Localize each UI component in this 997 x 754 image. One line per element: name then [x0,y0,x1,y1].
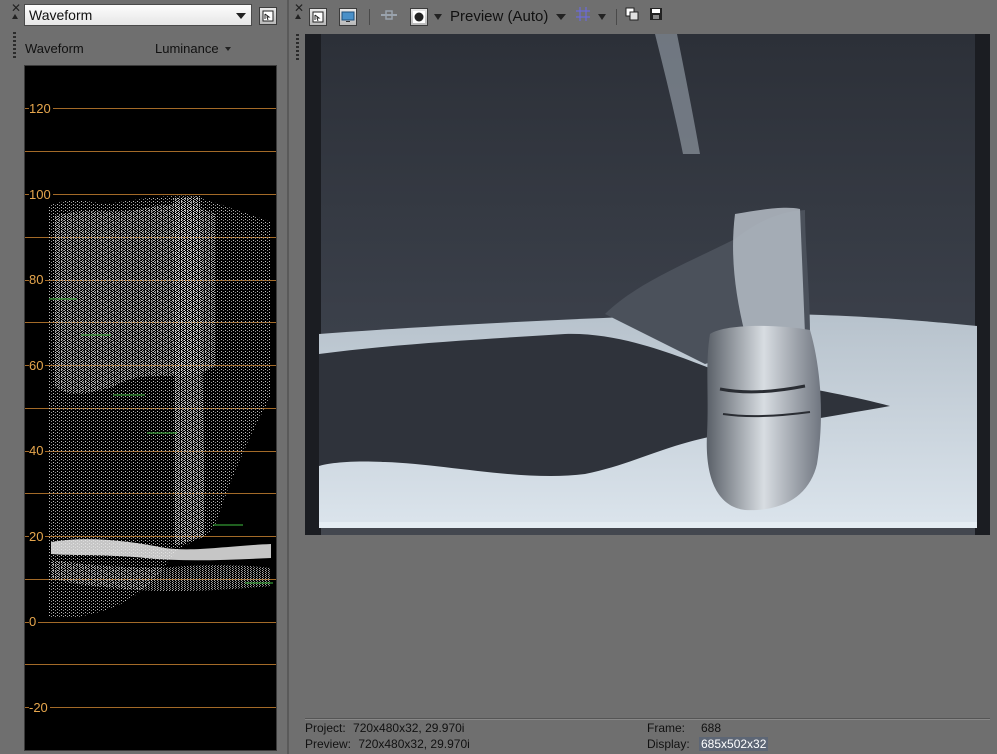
copy-snapshot-icon [625,7,639,21]
grid-icon [576,7,591,21]
collapse-arrow-icon[interactable] [12,14,18,19]
display-value: 685x502x32 [699,737,769,751]
collapse-arrow-icon[interactable] [295,14,301,19]
preview-label: Preview: [305,737,352,751]
video-preview-frame[interactable] [305,34,990,535]
frame-label: Frame: [647,721,686,735]
toolbar-separator [616,8,618,25]
video-frame-image [305,34,990,535]
preview-settings-button[interactable] [309,7,327,26]
scope-type-select[interactable]: Waveform [24,4,252,26]
waveform-trace [49,195,273,619]
overlay-button[interactable] [410,7,428,26]
status-separator [305,718,990,720]
external-monitor-button[interactable] [339,7,357,26]
scope-mode-label: Waveform [25,41,84,56]
split-screen-icon [381,9,397,20]
scale-tick-label: 100 [29,187,53,202]
status-bar: Project: 720x480x32, 29.970i Preview: 72… [305,721,990,753]
chevron-down-icon [556,13,567,20]
project-label: Project: [305,721,346,735]
save-snapshot-icon [650,8,663,20]
save-snapshot-button[interactable] [649,7,663,26]
channel-label: Luminance [155,41,219,56]
frame-value: 688 [701,721,722,735]
preview-settings-icon [312,11,324,22]
split-screen-button[interactable] [380,8,398,26]
project-info: Project: 720x480x32, 29.970i [305,721,464,735]
scale-tick-label: -20 [29,700,50,715]
monitor-icon [341,11,355,22]
preview-quality-value: Preview (Auto) [450,8,549,25]
scale-tick-label: 80 [29,272,46,287]
scale-tick-label: 40 [29,443,46,458]
display-info: Display: 685x502x32 [647,737,769,751]
scale-tick-label: 0 [29,614,39,629]
close-scopes-panel-icon[interactable]: ✕ [11,2,21,14]
preview-value: 720x480x32, 29.970i [358,737,470,751]
toolbar-separator [369,8,370,25]
video-scopes-panel: ✕ Waveform Waveform Luminance 120 100 80… [0,0,289,754]
chevron-down-icon[interactable] [598,13,607,20]
scale-tick-label: 60 [29,358,46,373]
scope-settings-icon [262,10,274,22]
preview-toolbar: Preview (Auto) [309,7,663,26]
chevron-down-icon[interactable] [434,13,442,20]
scope-type-value: Waveform [29,7,93,23]
preview-quality-dropdown[interactable]: Preview (Auto) [450,8,567,25]
scale-tick-label: 20 [29,529,46,544]
close-preview-panel-icon[interactable]: ✕ [294,2,304,14]
waveform-display: 120 100 80 60 40 20 0 -20 [24,65,277,751]
scope-settings-button[interactable] [259,7,277,25]
preview-info: Preview: 720x480x32, 29.970i [305,737,470,751]
chevron-down-icon [224,46,231,51]
copy-snapshot-button[interactable] [625,7,639,26]
drag-grip-icon[interactable] [13,32,16,58]
frame-info: Frame: 688 [647,721,721,735]
scale-tick-label: 120 [29,101,53,116]
display-label: Display: [647,737,690,751]
drag-grip-icon[interactable] [296,34,299,60]
project-value: 720x480x32, 29.970i [353,721,465,735]
overlay-icon [413,10,425,23]
chevron-down-icon [236,13,246,19]
channel-dropdown[interactable]: Luminance [155,41,231,56]
grid-button[interactable] [576,7,591,26]
